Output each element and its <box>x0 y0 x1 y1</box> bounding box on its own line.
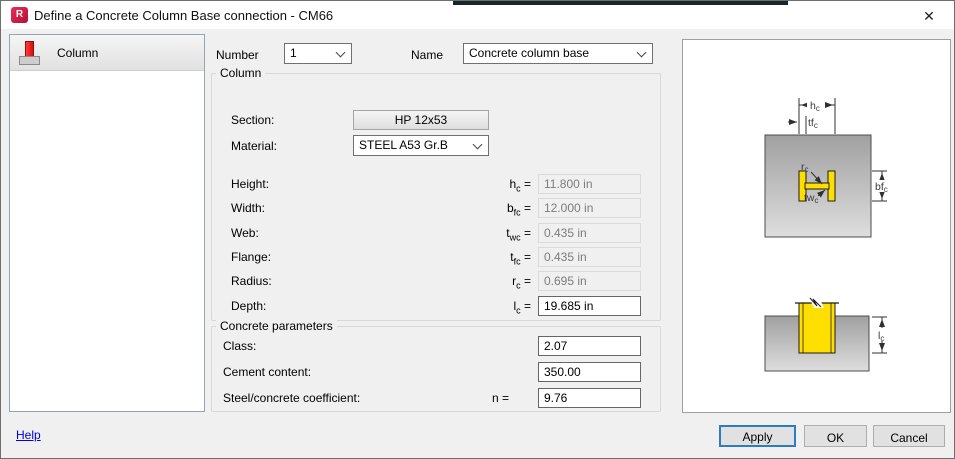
web-field <box>538 223 641 243</box>
web-symbol: twc = <box>506 226 531 243</box>
width-label: Width: <box>231 201 266 215</box>
number-label: Number <box>216 48 259 62</box>
number-combo[interactable]: 1 <box>284 43 352 64</box>
section-label: Section: <box>231 113 275 127</box>
name-combo-value: Concrete column base <box>469 46 590 60</box>
n-symbol: n = <box>491 391 509 405</box>
chevron-down-icon <box>472 139 483 150</box>
material-combo-value: STEEL A53 Gr.B <box>359 138 448 152</box>
embedded-column <box>798 302 836 354</box>
name-label: Name <box>411 48 444 62</box>
depth-field[interactable] <box>538 296 641 316</box>
flange-field <box>538 247 641 267</box>
dialog-title: Define a Concrete Column Base connection… <box>34 8 334 23</box>
apply-button[interactable]: Apply <box>719 425 796 447</box>
column-icon <box>17 39 43 67</box>
depth-label: Depth: <box>231 299 267 313</box>
chevron-down-icon <box>636 47 647 58</box>
connection-preview-panel: hc tfc rc twc bfc lc <box>682 39 951 413</box>
depth-symbol: lc = <box>513 299 531 316</box>
web-label: Web: <box>231 226 259 240</box>
background-window-strip <box>453 1 788 5</box>
chevron-down-icon <box>335 47 346 58</box>
ok-button[interactable]: OK <box>804 425 867 447</box>
radius-symbol: rc = <box>512 274 531 291</box>
flange-label: Flange: <box>231 250 272 264</box>
cement-content-label: Cement content: <box>223 365 312 379</box>
column-web <box>804 182 830 190</box>
title-bar: R Define a Concrete Column Base connecti… <box>1 1 954 29</box>
width-symbol: bfc = <box>506 201 531 218</box>
height-label: Height: <box>231 177 270 191</box>
radius-label: Radius: <box>231 274 272 288</box>
cement-content-field[interactable] <box>538 362 641 382</box>
steel-concrete-coefficient-label: Steel/concrete coefficient: <box>223 391 361 405</box>
list-item-label: Column <box>57 45 99 60</box>
list-item-column[interactable]: Column <box>10 35 204 71</box>
height-symbol: hc = <box>509 177 531 194</box>
radius-field <box>538 271 641 291</box>
flange-symbol: tfc = <box>510 250 531 267</box>
connection-elements-list: Column <box>9 34 205 412</box>
height-field <box>538 174 641 194</box>
help-link[interactable]: Help <box>16 428 41 442</box>
close-icon[interactable]: ✕ <box>917 6 941 26</box>
concrete-group-title: Concrete parameters <box>216 319 337 333</box>
width-field <box>538 198 641 218</box>
section-button[interactable]: HP 12x53 <box>353 110 489 130</box>
dialog-window: R Define a Concrete Column Base connecti… <box>0 0 955 459</box>
class-label: Class: <box>223 339 257 353</box>
steel-concrete-coefficient-field[interactable] <box>538 388 641 408</box>
material-label: Material: <box>231 139 278 153</box>
material-combo[interactable]: STEEL A53 Gr.B <box>353 135 489 156</box>
column-group-title: Column <box>216 66 266 80</box>
robot-app-icon: R <box>11 7 28 23</box>
name-combo[interactable]: Concrete column base <box>463 43 653 64</box>
number-combo-value: 1 <box>290 46 297 60</box>
tfc-dimension-label: tfc <box>808 117 818 130</box>
column-base-diagram: hc tfc rc twc bfc lc <box>764 98 892 372</box>
class-field[interactable] <box>538 336 641 356</box>
cancel-button[interactable]: Cancel <box>873 425 945 447</box>
